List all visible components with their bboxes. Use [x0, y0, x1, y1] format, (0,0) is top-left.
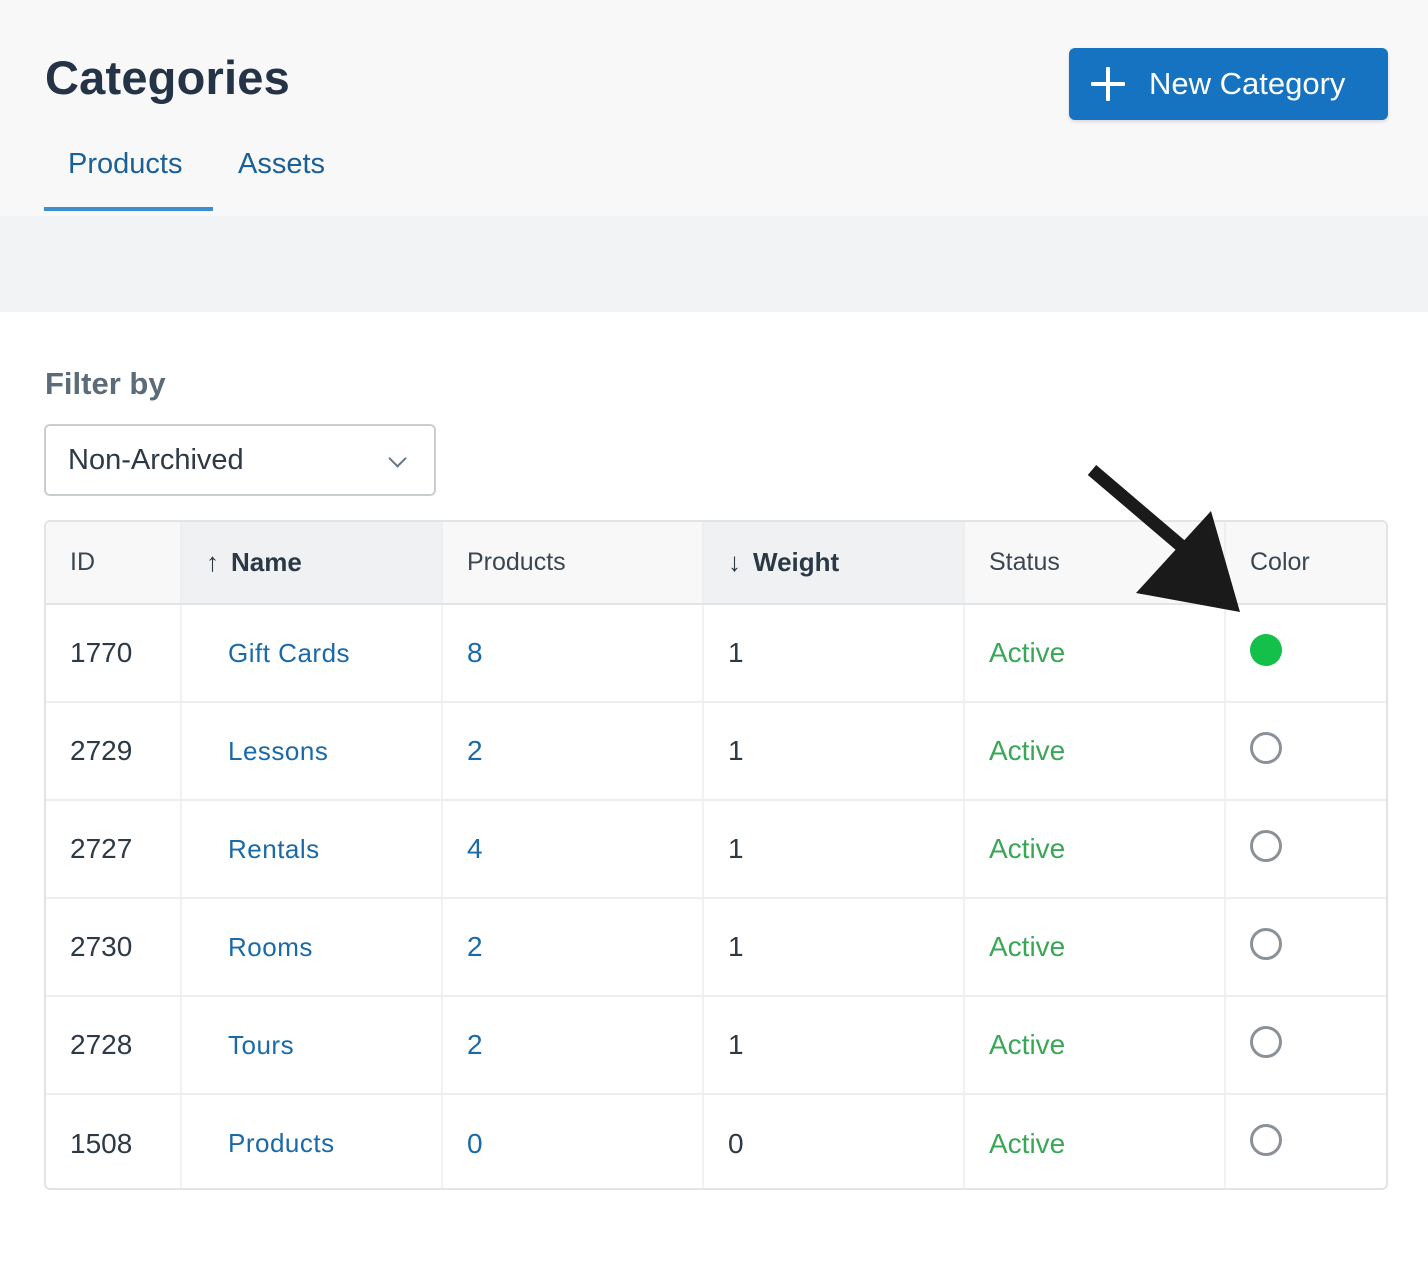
table-row: 1770 Gift Cards 8 1 Active [46, 604, 1386, 703]
table-row: 1508 Products 0 0 Active [46, 1094, 1386, 1188]
column-header-name[interactable]: ↑ Name [181, 522, 443, 605]
products-count-link[interactable]: 0 [467, 1128, 483, 1159]
color-swatch-empty[interactable] [1250, 829, 1282, 862]
products-count-link[interactable]: 2 [467, 735, 483, 766]
table-row: 2727 Rentals 4 1 Active [46, 800, 1386, 899]
cell-id: 1770 [46, 604, 182, 703]
new-category-label: New Category [1149, 66, 1346, 101]
sort-ascending-icon: ↑ [206, 547, 219, 577]
products-count-link[interactable]: 2 [467, 931, 483, 962]
status-badge: Active [964, 996, 1226, 1095]
cell-weight: 1 [703, 996, 965, 1095]
table-row: 2729 Lessons 2 1 Active [46, 702, 1386, 801]
status-badge: Active [964, 604, 1226, 703]
page-header: Categories New Category Products Assets [0, 0, 1428, 216]
status-badge: Active [964, 702, 1226, 801]
status-badge: Active [964, 1094, 1226, 1188]
table-header-row: ID ↑ Name Products ↓ Weight Status Color [46, 522, 1386, 605]
products-count-link[interactable]: 4 [467, 833, 483, 864]
color-swatch-filled[interactable] [1250, 633, 1282, 666]
archive-filter-value: Non-Archived [68, 443, 244, 476]
products-count-link[interactable]: 8 [467, 637, 483, 668]
status-badge: Active [964, 898, 1226, 997]
categories-table: ID ↑ Name Products ↓ Weight Status Color 1… [44, 520, 1388, 1190]
tab-products[interactable]: Products [68, 148, 182, 181]
cell-id: 2727 [46, 800, 182, 899]
color-swatch-empty[interactable] [1250, 731, 1282, 764]
category-name-link[interactable]: Rooms [228, 932, 313, 962]
chevron-down-icon [388, 449, 407, 468]
cell-id: 2728 [46, 996, 182, 1095]
plus-icon [1091, 67, 1125, 101]
products-count-link[interactable]: 2 [467, 1029, 483, 1060]
column-header-weight[interactable]: ↓ Weight [703, 522, 965, 605]
cell-weight: 1 [703, 800, 965, 899]
toolbar-band [0, 216, 1428, 312]
tab-assets[interactable]: Assets [238, 148, 325, 181]
cell-weight: 0 [703, 1094, 965, 1188]
cell-id: 2730 [46, 898, 182, 997]
filter-label: Filter by [45, 366, 166, 401]
category-name-link[interactable]: Gift Cards [228, 638, 350, 668]
category-name-link[interactable]: Tours [228, 1030, 294, 1060]
column-header-color[interactable]: Color [1225, 522, 1386, 605]
page-title: Categories [45, 51, 290, 104]
category-name-link[interactable]: Rentals [228, 834, 320, 864]
new-category-button[interactable]: New Category [1069, 48, 1388, 120]
sort-descending-icon: ↓ [728, 547, 741, 577]
column-header-id[interactable]: ID [46, 522, 182, 605]
column-header-status[interactable]: Status [964, 522, 1226, 605]
status-badge: Active [964, 800, 1226, 899]
cell-weight: 1 [703, 604, 965, 703]
archive-filter-select[interactable]: Non-Archived [44, 424, 436, 496]
color-swatch-empty[interactable] [1250, 1025, 1282, 1058]
cell-weight: 1 [703, 702, 965, 801]
active-tab-indicator [44, 207, 213, 211]
table-row: 2730 Rooms 2 1 Active [46, 898, 1386, 997]
cell-id: 1508 [46, 1094, 182, 1188]
cell-weight: 1 [703, 898, 965, 997]
color-swatch-empty[interactable] [1250, 1124, 1282, 1156]
category-name-link[interactable]: Lessons [228, 736, 328, 766]
cell-id: 2729 [46, 702, 182, 801]
column-header-products[interactable]: Products [442, 522, 704, 605]
category-name-link[interactable]: Products [228, 1128, 335, 1158]
table-row: 2728 Tours 2 1 Active [46, 996, 1386, 1095]
color-swatch-empty[interactable] [1250, 927, 1282, 960]
